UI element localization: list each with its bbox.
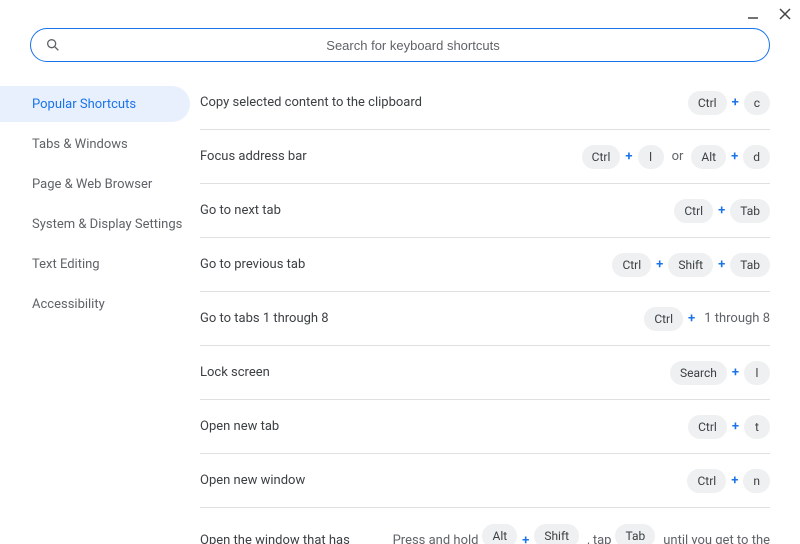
shortcut-description: Go to previous tab [200,257,612,272]
key-separator: + [717,257,726,272]
shortcut-row: Focus address barCtrl+lorAlt+d [200,130,770,184]
keycap: Ctrl [644,307,683,331]
keycap: Tab [730,199,770,223]
search-input[interactable] [71,38,755,53]
search-box[interactable] [30,28,770,62]
keycap: Shift [668,253,713,277]
keycap: Ctrl [688,91,727,115]
key-separator: + [521,533,530,544]
shortcut-row: Open new windowCtrl + n [200,454,770,508]
shortcut-row: Open new tabCtrl + t [200,400,770,454]
key-separator: + [731,365,740,380]
shortcut-description: Go to next tab [200,203,674,218]
keycap: d [743,145,770,169]
key-separator: + [624,149,633,164]
sidebar: Popular Shortcuts Tabs & Windows Page & … [0,76,200,544]
sidebar-item-text-editing[interactable]: Text Editing [0,246,190,282]
key-text: , tap [583,533,611,544]
keycap: Ctrl [612,253,651,277]
keycap: l [744,361,770,385]
shortcut-keys: Ctrl + t [688,415,770,439]
keycap: Alt [691,145,726,169]
shortcut-description: Open the window that has [200,533,389,544]
shortcut-keys: Ctrl +1 through 8 [644,307,770,331]
keycap: Shift [534,524,579,544]
shortcut-description: Open new window [200,473,687,488]
keycap: Tab [730,253,770,277]
shortcut-keys: Ctrl + Shift + Tab [612,253,770,277]
sidebar-item-label: Accessibility [32,297,105,312]
shortcut-description: Go to tabs 1 through 8 [200,311,644,326]
keycap: Ctrl [688,415,727,439]
shortcut-row: Copy selected content to the clipboardCt… [200,76,770,130]
keycap: l [638,145,664,169]
shortcut-description: Copy selected content to the clipboard [200,95,688,110]
keycap: t [744,415,770,439]
sidebar-item-label: Popular Shortcuts [32,97,136,112]
minimize-icon [747,8,759,20]
shortcut-row: Go to next tabCtrl + Tab [200,184,770,238]
shortcut-description: Focus address bar [200,149,582,164]
keycap: Ctrl [674,199,713,223]
key-separator: + [730,149,739,164]
key-separator: + [687,311,696,326]
shortcut-row: Open the window that hasPress and holdAl… [200,508,770,544]
search-wrap [0,28,800,76]
close-icon [779,8,791,20]
key-separator: + [731,95,740,110]
keycap: n [743,469,770,493]
sidebar-item-label: Page & Web Browser [32,177,152,192]
title-bar [0,0,800,28]
sidebar-item-label: Tabs & Windows [32,137,128,152]
key-separator: + [655,257,664,272]
keycap: Ctrl [582,145,621,169]
sidebar-item-system-display[interactable]: System & Display Settings [0,206,190,242]
shortcut-description: Open new tab [200,419,688,434]
key-or: or [668,149,688,164]
key-separator: + [730,473,739,488]
shortcut-keys: Search + l [670,361,770,385]
shortcut-description: Lock screen [200,365,670,380]
shortcut-keys: Ctrl + Tab [674,199,770,223]
shortcut-keys: Ctrl+lorAlt+d [582,145,770,169]
key-separator: + [717,203,726,218]
shortcut-row: Go to previous tabCtrl + Shift + Tab [200,238,770,292]
sidebar-item-popular-shortcuts[interactable]: Popular Shortcuts [0,86,190,122]
sidebar-item-accessibility[interactable]: Accessibility [0,286,190,322]
shortcut-row: Lock screenSearch + l [200,346,770,400]
sidebar-item-page-web-browser[interactable]: Page & Web Browser [0,166,190,202]
shortcut-list: Copy selected content to the clipboardCt… [200,76,800,544]
key-text: Press and hold [389,533,479,544]
keycap: Ctrl [687,469,726,493]
sidebar-item-tabs-windows[interactable]: Tabs & Windows [0,126,190,162]
shortcut-keys: Press and holdAlt + Shift , tap Tab until you… [389,524,770,544]
shortcut-keys: Ctrl + n [687,469,770,493]
key-text: 1 through 8 [700,311,770,326]
keycap: Alt [482,524,517,544]
keycap: c [744,91,770,115]
shortcut-keys: Ctrl + c [688,91,770,115]
sidebar-item-label: System & Display Settings [32,217,182,232]
key-separator: + [731,419,740,434]
search-icon [45,37,61,53]
close-button[interactable] [776,5,794,23]
shortcut-row: Go to tabs 1 through 8Ctrl +1 through 8 [200,292,770,346]
sidebar-item-label: Text Editing [32,257,100,272]
keycap: Tab [615,524,655,544]
key-text: until you get to the [659,533,770,544]
minimize-button[interactable] [744,5,762,23]
keycap: Search [670,361,727,385]
